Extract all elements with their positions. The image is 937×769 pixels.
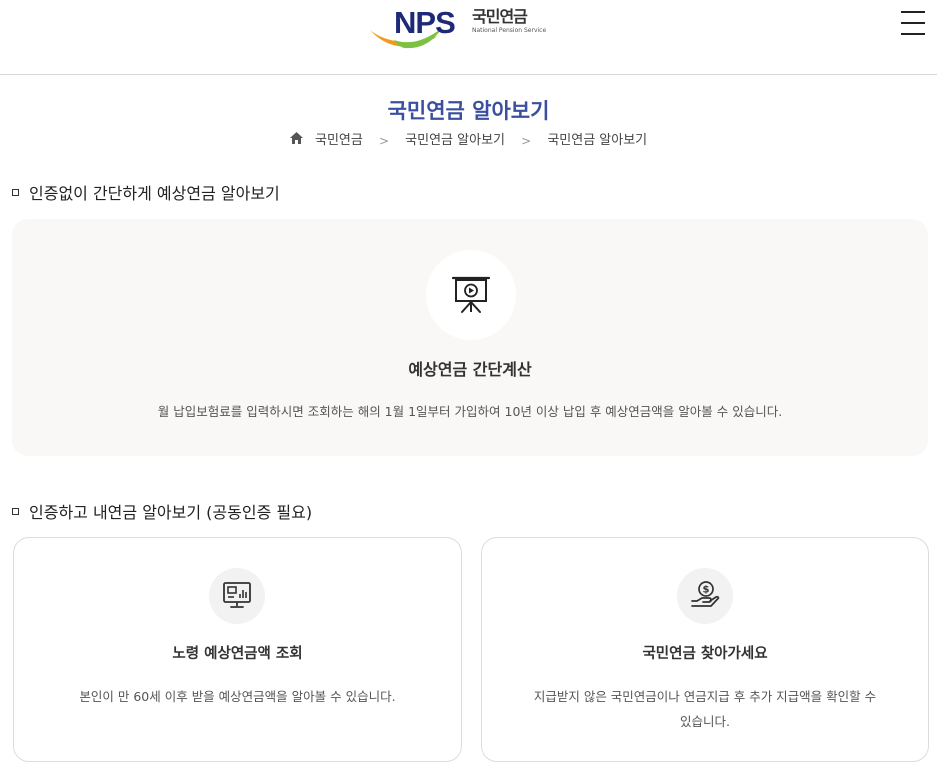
simple-calc-description: 월 납입보험료를 입력하시면 조회하는 해의 1월 1일부터 가입하여 10년 …: [157, 404, 783, 419]
nps-logo[interactable]: NPS 국민연금 National Pension Service: [368, 5, 547, 52]
page-title: 국민연금 알아보기: [387, 99, 550, 123]
find-pension-title: 국민연금 찾아가세요: [642, 646, 768, 662]
section-title-text: 인증하고 내연금 알아보기 (공동인증 필요): [29, 503, 313, 522]
site-header: NPS 국민연금 National Pension Service: [0, 0, 937, 75]
simple-calc-title: 예상연금 간단계산: [408, 360, 532, 379]
find-pension-card[interactable]: $ 국민연금 찾아가세요 지급받지 않은 국민연금이나 연금지급 후 추가 지급…: [481, 537, 929, 762]
home-icon[interactable]: [289, 132, 303, 150]
section-title-text: 인증없이 간단하게 예상연금 알아보기: [29, 184, 280, 203]
hand-coin-icon: $: [677, 568, 733, 624]
old-age-pension-description: 본인이 만 60세 이후 받을 예상연금액을 알아볼 수 있습니다.: [79, 689, 396, 704]
old-age-pension-inquiry-card[interactable]: 노령 예상연금액 조회 본인이 만 60세 이후 받을 예상연금액을 알아볼 수…: [13, 537, 462, 762]
section-title-with-auth: 인증하고 내연금 알아보기 (공동인증 필요): [12, 502, 312, 524]
chevron-right-icon: >: [521, 134, 532, 148]
hamburger-menu-icon[interactable]: [901, 11, 925, 37]
breadcrumb: 국민연금 > 국민연금 알아보기 > 국민연금 알아보기: [0, 132, 937, 151]
svg-text:$: $: [703, 585, 710, 596]
simple-pension-calc-card[interactable]: 예상연금 간단계산 월 납입보험료를 입력하시면 조회하는 해의 1월 1일부터…: [12, 219, 928, 456]
logo-english-name: National Pension Service: [472, 27, 547, 34]
monitor-chart-icon: [209, 568, 265, 624]
presentation-play-icon: [426, 250, 516, 340]
find-pension-description: 지급받지 않은 국민연금이나 연금지급 후 추가 지급액을 확인할 수 있습니다…: [502, 684, 908, 734]
chevron-right-icon: >: [378, 134, 390, 148]
logo-wordmark: NPS: [394, 5, 456, 40]
old-age-pension-title: 노령 예상연금액 조회: [172, 646, 303, 662]
breadcrumb-item-home[interactable]: 국민연금: [315, 132, 363, 150]
find-pension-description-line1: 지급받지 않은 국민연금이나 연금지급 후 추가 지급액을 확인할 수: [533, 689, 877, 704]
breadcrumb-item-section[interactable]: 국민연금 알아보기: [405, 132, 505, 150]
logo-korean-name: 국민연금: [472, 7, 528, 26]
square-bullet-icon: [12, 508, 19, 515]
find-pension-description-line2: 있습니다.: [680, 714, 730, 729]
breadcrumb-item-current[interactable]: 국민연금 알아보기: [547, 132, 647, 150]
square-bullet-icon: [12, 189, 19, 196]
section-title-no-auth: 인증없이 간단하게 예상연금 알아보기: [12, 183, 280, 205]
